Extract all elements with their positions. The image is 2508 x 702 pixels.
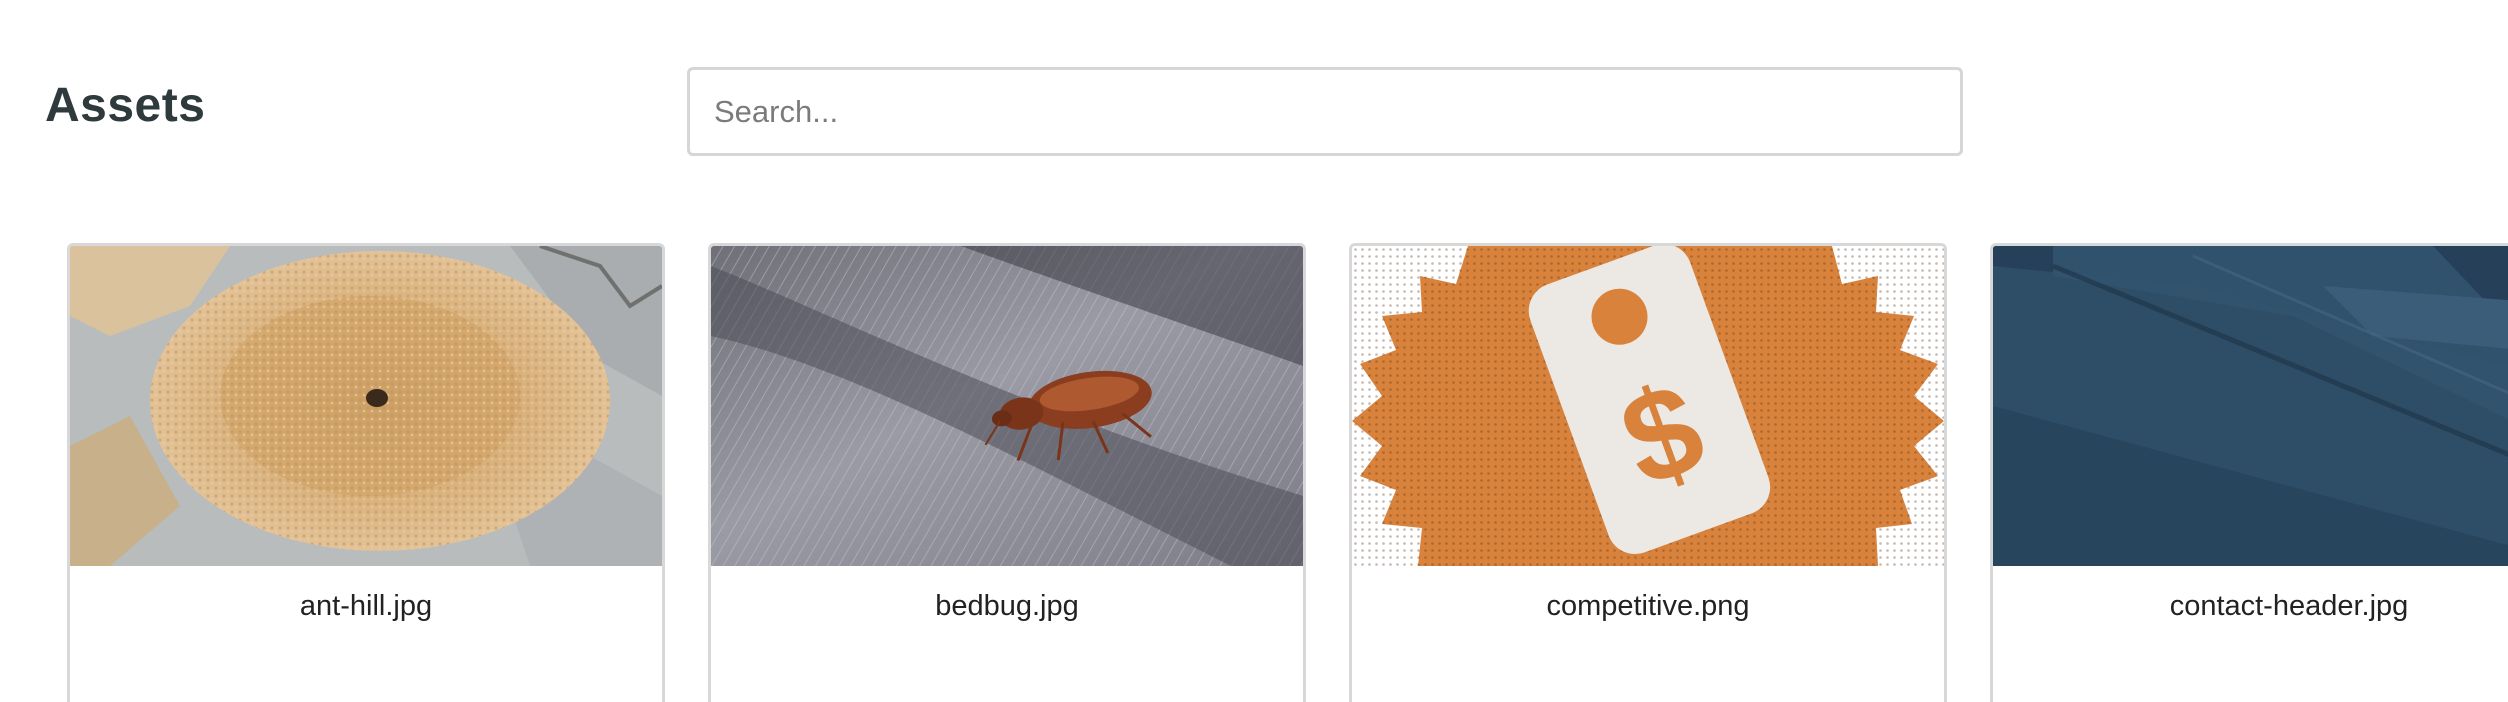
asset-thumbnail-ant-hill[interactable]	[70, 246, 662, 566]
page-title: Assets	[45, 79, 206, 132]
asset-filename[interactable]: bedbug.jpg	[711, 590, 1303, 623]
asset-filename[interactable]: ant-hill.jpg	[70, 590, 662, 623]
asset-card[interactable]: $ competitive.png	[1349, 243, 1947, 702]
asset-filename[interactable]: contact-header.jpg	[1993, 590, 2508, 623]
asset-card[interactable]: bedbug.jpg	[708, 243, 1306, 702]
asset-thumbnail-contact-header[interactable]	[1993, 246, 2508, 566]
asset-thumbnail-competitive[interactable]: $	[1352, 246, 1944, 566]
asset-card[interactable]: contact-header.jpg	[1990, 243, 2508, 702]
assets-page: Assets Search... ant-hill.jpg bedbug.jpg…	[0, 0, 2508, 702]
search-input[interactable]	[687, 67, 1963, 156]
asset-thumbnail-bedbug[interactable]	[711, 246, 1303, 566]
asset-card[interactable]: ant-hill.jpg	[67, 243, 665, 702]
asset-filename[interactable]: competitive.png	[1352, 590, 1944, 623]
asset-grid: ant-hill.jpg bedbug.jpg $ competitive.pn…	[67, 243, 2508, 702]
